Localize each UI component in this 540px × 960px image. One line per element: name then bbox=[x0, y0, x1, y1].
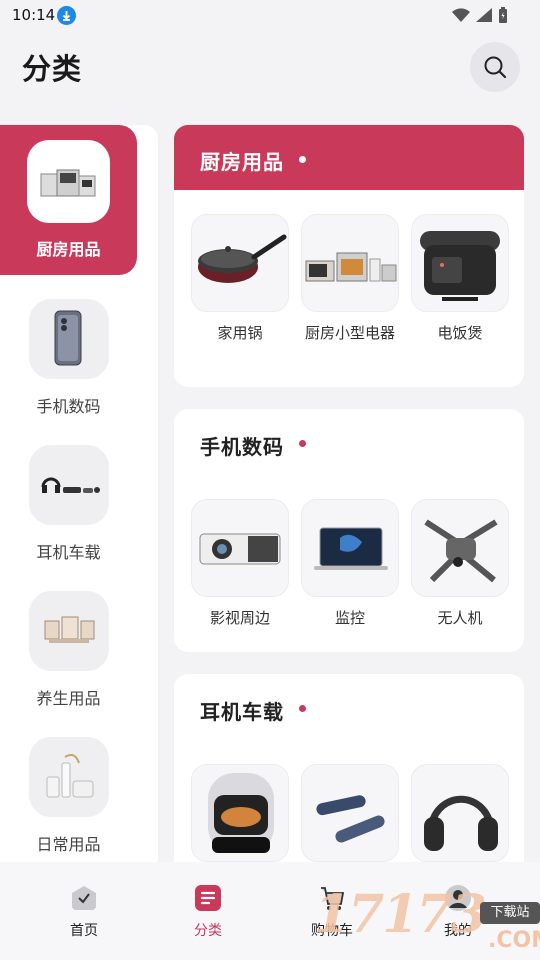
nav-label: 首页 bbox=[70, 923, 98, 939]
product-label: 电饭煲 bbox=[437, 324, 483, 342]
product-thumb bbox=[411, 214, 509, 312]
category-label: 耳机车载 bbox=[36, 543, 101, 562]
page-title: 分类 bbox=[22, 52, 83, 86]
section-dot bbox=[299, 156, 306, 163]
watermark-suffix: .COM bbox=[488, 928, 540, 953]
product-thumb bbox=[301, 214, 399, 312]
nav-home[interactable]: 首页 bbox=[44, 884, 124, 944]
product-label: 影视周边 bbox=[209, 609, 270, 627]
product-label: 无人机 bbox=[437, 609, 483, 627]
category-label: 厨房用品 bbox=[36, 240, 101, 259]
product-label: 家用锅 bbox=[217, 324, 263, 342]
category-item-kitchen[interactable]: 厨房用品 bbox=[0, 125, 137, 275]
nav-label: 分类 bbox=[194, 923, 222, 939]
status-time: 10:14 bbox=[12, 6, 56, 24]
nav-category[interactable]: 分类 bbox=[168, 884, 248, 944]
download-icon bbox=[57, 6, 76, 25]
search-icon bbox=[484, 56, 507, 79]
product-label: 监控 bbox=[334, 609, 365, 627]
product-thumb bbox=[301, 499, 399, 597]
category-thumb bbox=[29, 445, 109, 525]
battery-icon bbox=[499, 7, 507, 23]
product-thumb bbox=[411, 499, 509, 597]
watermark-badge: 下载站 bbox=[480, 902, 540, 924]
product-thumb bbox=[191, 499, 289, 597]
product-thumb bbox=[191, 214, 289, 312]
section-title: 手机数码 bbox=[200, 435, 284, 459]
section-title: 耳机车载 bbox=[200, 700, 284, 724]
category-thumb bbox=[29, 591, 109, 671]
wifi-icon bbox=[452, 8, 470, 22]
category-icon bbox=[195, 885, 221, 911]
status-bar: 10:14 bbox=[0, 0, 540, 32]
search-button[interactable] bbox=[470, 42, 520, 92]
site-watermark: 17173 下载站 .COM bbox=[312, 884, 540, 960]
section-dot bbox=[299, 705, 306, 712]
product-label: 厨房小型电器 bbox=[304, 324, 395, 342]
home-icon bbox=[72, 886, 96, 910]
category-label: 日常用品 bbox=[36, 835, 101, 854]
category-label: 手机数码 bbox=[36, 397, 101, 416]
section-earphones: 耳机车载 bbox=[174, 674, 524, 874]
product-thumb bbox=[411, 764, 509, 862]
product-thumb bbox=[191, 764, 289, 862]
section-title: 厨房用品 bbox=[200, 150, 284, 174]
category-item-daily[interactable]: 日常用品 bbox=[0, 721, 158, 865]
category-thumb bbox=[29, 299, 109, 379]
category-label: 养生用品 bbox=[36, 689, 101, 708]
category-thumb bbox=[27, 140, 110, 223]
watermark-text: 17173 bbox=[314, 884, 487, 945]
signal-icon bbox=[476, 8, 492, 22]
product-thumb bbox=[301, 764, 399, 862]
category-item-earphones[interactable]: 耳机车载 bbox=[0, 429, 158, 574]
category-thumb bbox=[29, 737, 109, 817]
section-dot bbox=[299, 440, 306, 447]
section-kitchen: 厨房用品 家用锅 厨房小型电器 电饭煲 bbox=[174, 125, 524, 387]
category-item-phones[interactable]: 手机数码 bbox=[0, 283, 158, 428]
category-item-health[interactable]: 养生用品 bbox=[0, 575, 158, 720]
category-sidebar: 厨房用品 手机数码 耳机车载 养生用品 日常用品 bbox=[0, 125, 158, 865]
section-phones: 手机数码 影视周边 监控 无人机 bbox=[174, 409, 524, 652]
